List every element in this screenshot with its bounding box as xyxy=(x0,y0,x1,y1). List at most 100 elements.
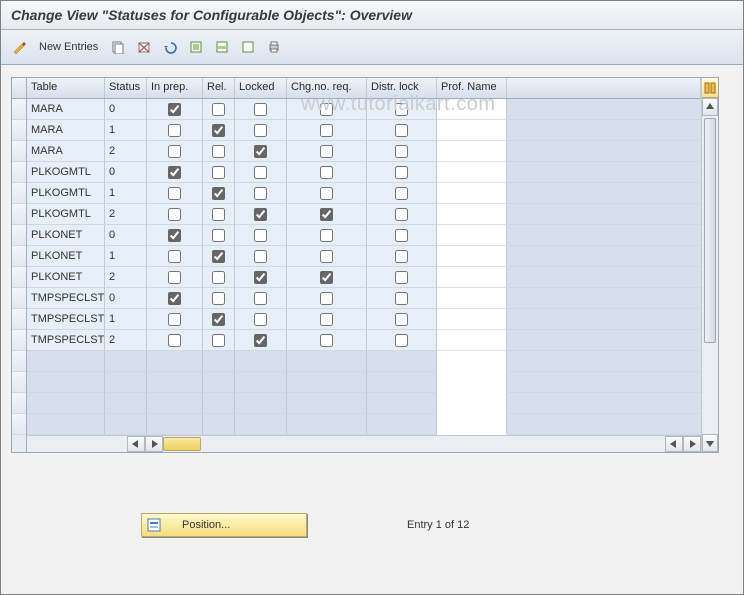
cell-table[interactable]: PLKOGMTL xyxy=(27,204,105,225)
delete-icon[interactable] xyxy=(134,37,154,57)
checkbox-distr[interactable] xyxy=(395,124,408,137)
checkbox-chgreq[interactable] xyxy=(320,229,333,242)
checkbox-locked[interactable] xyxy=(254,292,267,305)
cell-status[interactable]: 2 xyxy=(105,330,147,351)
cell-status[interactable]: 1 xyxy=(105,246,147,267)
checkbox-distr[interactable] xyxy=(395,250,408,263)
cell-status[interactable]: 0 xyxy=(105,99,147,120)
checkbox-locked[interactable] xyxy=(254,103,267,116)
checkbox-locked[interactable] xyxy=(254,187,267,200)
cell-table[interactable]: PLKOGMTL xyxy=(27,162,105,183)
cell-prof[interactable] xyxy=(437,330,507,351)
cell-prof[interactable] xyxy=(437,246,507,267)
row-select-handle[interactable] xyxy=(12,372,26,393)
cell-status[interactable]: 0 xyxy=(105,288,147,309)
cell-status[interactable]: 1 xyxy=(105,309,147,330)
checkbox-distr[interactable] xyxy=(395,292,408,305)
hscroll-right-icon[interactable] xyxy=(145,436,163,452)
checkbox-chgreq[interactable] xyxy=(320,334,333,347)
row-select-handle[interactable] xyxy=(12,204,26,225)
checkbox-locked[interactable] xyxy=(254,166,267,179)
checkbox-locked[interactable] xyxy=(254,334,267,347)
cell-status[interactable]: 0 xyxy=(105,162,147,183)
row-select-handle[interactable] xyxy=(12,162,26,183)
deselect-all-icon[interactable] xyxy=(238,37,258,57)
checkbox-chgreq[interactable] xyxy=(320,124,333,137)
checkbox-distr[interactable] xyxy=(395,208,408,221)
col-header-rel[interactable]: Rel. xyxy=(203,78,235,98)
checkbox-inprep[interactable] xyxy=(168,103,181,116)
checkbox-inprep[interactable] xyxy=(168,208,181,221)
cell-prof[interactable] xyxy=(437,225,507,246)
checkbox-distr[interactable] xyxy=(395,145,408,158)
checkbox-locked[interactable] xyxy=(254,271,267,284)
checkbox-inprep[interactable] xyxy=(168,166,181,179)
cell-table[interactable]: MARA xyxy=(27,120,105,141)
cell-status[interactable]: 1 xyxy=(105,183,147,204)
cell-status[interactable]: 2 xyxy=(105,267,147,288)
checkbox-rel[interactable] xyxy=(212,334,225,347)
row-select-handle[interactable] xyxy=(12,246,26,267)
col-header-distr[interactable]: Distr. lock xyxy=(367,78,437,98)
vscroll-thumb[interactable] xyxy=(704,118,716,343)
vscroll-down-icon[interactable] xyxy=(702,434,718,452)
checkbox-inprep[interactable] xyxy=(168,292,181,305)
select-all-corner[interactable] xyxy=(12,78,26,99)
hscroll-left-icon[interactable] xyxy=(127,436,145,452)
checkbox-inprep[interactable] xyxy=(168,229,181,242)
checkbox-rel[interactable] xyxy=(212,103,225,116)
checkbox-distr[interactable] xyxy=(395,229,408,242)
cell-prof[interactable] xyxy=(437,99,507,120)
checkbox-chgreq[interactable] xyxy=(320,145,333,158)
checkbox-rel[interactable] xyxy=(212,229,225,242)
checkbox-inprep[interactable] xyxy=(168,313,181,326)
col-header-prof[interactable]: Prof. Name xyxy=(437,78,507,98)
hscroll-left2-icon[interactable] xyxy=(665,436,683,452)
cell-prof[interactable] xyxy=(437,141,507,162)
checkbox-rel[interactable] xyxy=(212,166,225,179)
checkbox-inprep[interactable] xyxy=(168,250,181,263)
new-entries-button[interactable]: New Entries xyxy=(35,41,102,53)
cell-prof[interactable] xyxy=(437,204,507,225)
checkbox-rel[interactable] xyxy=(212,292,225,305)
cell-table[interactable]: PLKONET xyxy=(27,267,105,288)
checkbox-locked[interactable] xyxy=(254,145,267,158)
cell-table[interactable]: PLKONET xyxy=(27,225,105,246)
checkbox-locked[interactable] xyxy=(254,229,267,242)
cell-table[interactable]: PLKOGMTL xyxy=(27,183,105,204)
row-select-handle[interactable] xyxy=(12,330,26,351)
select-block-icon[interactable] xyxy=(212,37,232,57)
checkbox-rel[interactable] xyxy=(212,208,225,221)
checkbox-chgreq[interactable] xyxy=(320,166,333,179)
cell-prof[interactable] xyxy=(437,183,507,204)
copy-as-icon[interactable] xyxy=(108,37,128,57)
checkbox-distr[interactable] xyxy=(395,334,408,347)
toggle-change-icon[interactable] xyxy=(9,37,29,57)
cell-prof[interactable] xyxy=(437,162,507,183)
cell-status[interactable]: 1 xyxy=(105,120,147,141)
checkbox-locked[interactable] xyxy=(254,250,267,263)
row-select-handle[interactable] xyxy=(12,225,26,246)
checkbox-inprep[interactable] xyxy=(168,334,181,347)
checkbox-distr[interactable] xyxy=(395,271,408,284)
checkbox-inprep[interactable] xyxy=(168,271,181,284)
checkbox-rel[interactable] xyxy=(212,187,225,200)
checkbox-rel[interactable] xyxy=(212,124,225,137)
checkbox-rel[interactable] xyxy=(212,271,225,284)
checkbox-inprep[interactable] xyxy=(168,124,181,137)
row-select-handle[interactable] xyxy=(12,351,26,372)
checkbox-chgreq[interactable] xyxy=(320,292,333,305)
checkbox-chgreq[interactable] xyxy=(320,187,333,200)
checkbox-chgreq[interactable] xyxy=(320,313,333,326)
configure-columns-icon[interactable] xyxy=(702,78,718,98)
checkbox-distr[interactable] xyxy=(395,187,408,200)
cell-table[interactable]: PLKONET xyxy=(27,246,105,267)
checkbox-locked[interactable] xyxy=(254,124,267,137)
checkbox-chgreq[interactable] xyxy=(320,250,333,263)
checkbox-locked[interactable] xyxy=(254,313,267,326)
select-all-icon[interactable] xyxy=(186,37,206,57)
position-button[interactable]: Position... xyxy=(141,513,307,537)
checkbox-inprep[interactable] xyxy=(168,145,181,158)
row-select-handle[interactable] xyxy=(12,393,26,414)
cell-status[interactable]: 2 xyxy=(105,204,147,225)
